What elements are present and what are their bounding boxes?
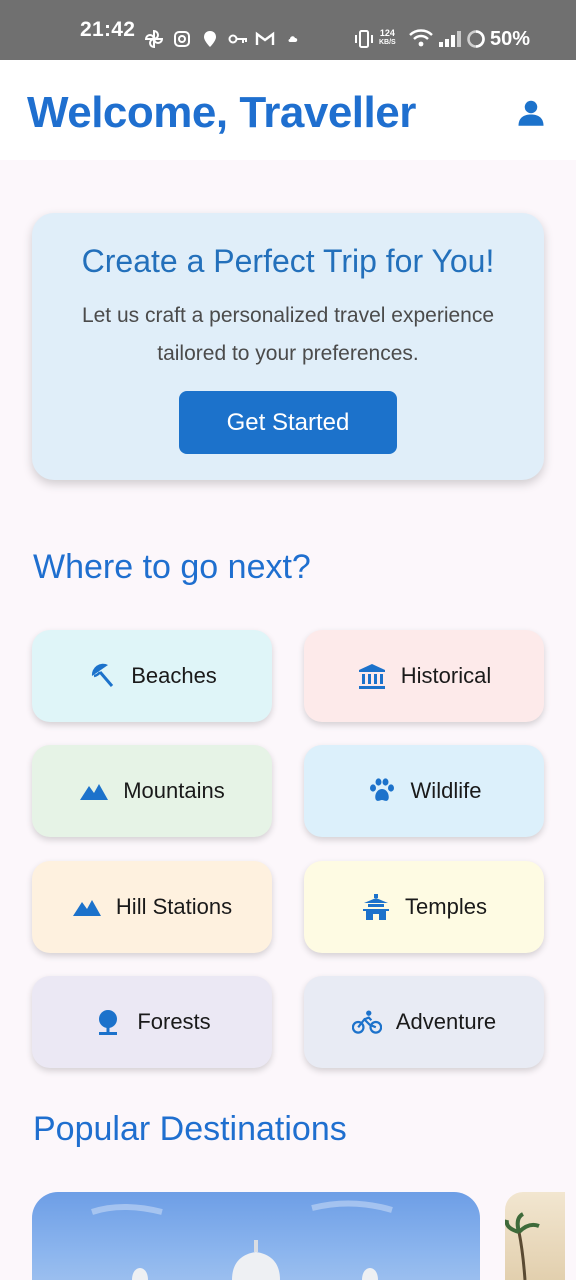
destinations-title: Popular Destinations [33,1110,347,1148]
person-icon [518,100,544,126]
category-label: Historical [400,663,492,688]
mountain-icon [79,776,109,806]
category-label: Temples [405,894,487,919]
category-beaches[interactable]: Beaches [32,630,272,722]
hero-description: Let us craft a personalized travel exper… [81,304,495,365]
category-temples[interactable]: Temples [304,861,544,953]
category-label: Adventure [395,1009,497,1034]
cloud-icon [288,36,298,42]
get-started-button[interactable]: Get Started [179,391,397,454]
page-title: Welcome, Traveller [27,88,416,137]
status-time: 21:42 [80,18,136,41]
profile-button[interactable] [511,92,551,132]
battery-ring-icon [467,30,485,48]
category-wildlife[interactable]: Wildlife [304,745,544,837]
destination-card[interactable] [505,1192,565,1280]
pinwheel-icon [145,30,163,48]
network-speed: 124 KB/S [379,29,396,47]
palm-tree-image [505,1212,540,1280]
network-speed-value: 124 [379,28,395,38]
wifi-icon [409,29,433,47]
museum-icon [357,661,387,691]
destination-card[interactable] [32,1192,480,1280]
category-label: Hill Stations [115,894,233,919]
signal-icon [439,31,461,47]
category-mountains[interactable]: Mountains [32,745,272,837]
category-label: Forests [137,1009,211,1034]
key-icon [228,34,247,44]
categories-title: Where to go next? [33,548,311,586]
category-forests[interactable]: Forests [32,976,272,1068]
category-label: Wildlife [410,778,482,803]
bike-icon [351,1007,382,1037]
temple-icon [361,892,391,922]
gmail-icon [255,31,275,45]
beach-umbrella-icon [87,661,117,691]
category-label: Beaches [131,663,217,688]
trip-planner-card: Create a Perfect Trip for You! Let us cr… [32,213,544,480]
tree-icon [93,1007,123,1037]
category-adventure[interactable]: Adventure [304,976,544,1068]
category-historical[interactable]: Historical [304,630,544,722]
instagram-icon [174,31,190,47]
mountain-icon [72,892,102,922]
destination-image [91,1200,393,1280]
battery-percent: 50% [490,28,531,50]
location-pin-icon [204,31,216,47]
status-bar: 21:42 124 KB/S 50% [0,0,576,60]
category-label: Mountains [123,778,225,803]
category-hill-stations[interactable]: Hill Stations [32,861,272,953]
app-header: Welcome, Traveller [0,60,576,160]
vibrate-icon [355,30,373,48]
network-speed-unit: KB/S [379,39,396,46]
hero-title: Create a Perfect Trip for You! [81,243,495,279]
paw-icon [367,776,397,806]
